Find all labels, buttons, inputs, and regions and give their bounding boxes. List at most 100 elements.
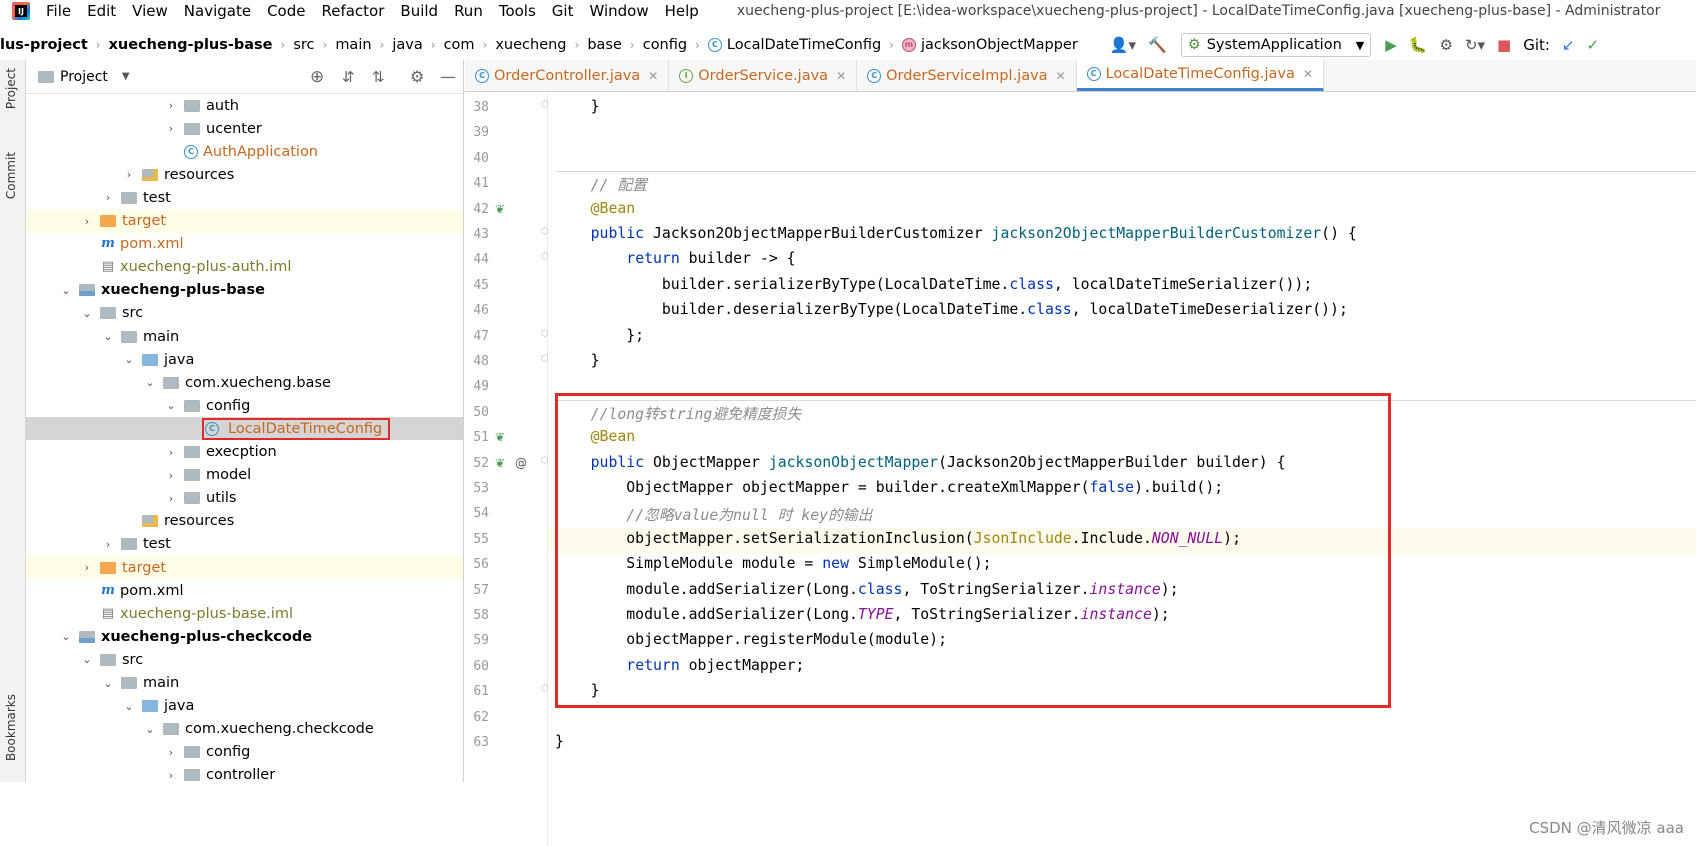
tree-item[interactable]: ⌄ config <box>26 394 463 417</box>
bean-icon[interactable]: ❦ <box>495 202 505 216</box>
run-icon[interactable]: ▶ <box>1385 36 1397 54</box>
menu-help[interactable]: Help <box>657 2 707 20</box>
tree-item[interactable]: C AuthApplication <box>26 140 463 163</box>
hide-panel-icon[interactable]: — <box>440 67 456 86</box>
chevron-right-icon[interactable]: › <box>164 469 178 482</box>
project-tool-tab[interactable]: Project <box>4 68 18 109</box>
code-line[interactable]: } <box>555 98 600 115</box>
chevron-down-icon[interactable]: ⌄ <box>143 376 157 389</box>
tree-item[interactable]: ⌄ com.xuecheng.base <box>26 371 463 394</box>
menu-view[interactable]: View <box>124 2 176 20</box>
tree-item[interactable]: ⌄ xuecheng-plus-base <box>26 279 463 302</box>
tree-item[interactable]: ⌄ src <box>26 648 463 671</box>
git-update-icon[interactable]: ↙ <box>1562 36 1575 54</box>
breadcrumb-item[interactable]: lus-project <box>0 37 88 53</box>
chevron-down-icon[interactable]: ⌄ <box>122 353 136 366</box>
tree-item[interactable]: › target <box>26 556 463 579</box>
fold-icon[interactable]: ⬡ <box>541 100 549 110</box>
locate-icon[interactable]: ⊕ <box>310 67 324 87</box>
profiler-icon[interactable]: ↻▾ <box>1465 36 1485 54</box>
tree-item[interactable]: › ucenter <box>26 117 463 140</box>
breadcrumb-item[interactable]: m jacksonObjectMapper <box>901 37 1078 53</box>
code-line[interactable]: }; <box>555 327 644 344</box>
menu-git[interactable]: Git <box>544 2 582 20</box>
chevron-down-icon[interactable]: ⌄ <box>101 330 115 343</box>
tree-item[interactable]: ⌄ xuecheng-plus-checkcode <box>26 625 463 648</box>
breadcrumb-item[interactable]: src <box>293 37 314 53</box>
tree-item[interactable]: C LocalDateTimeConfig <box>26 417 463 441</box>
chevron-down-icon[interactable]: ⌄ <box>101 677 115 690</box>
breadcrumb-item[interactable]: xuecheng-plus-base <box>109 37 273 53</box>
tree-item[interactable]: › target <box>26 209 463 233</box>
fold-icon[interactable]: ⬡ <box>541 252 549 262</box>
tree-item[interactable]: › test <box>26 533 463 556</box>
expand-all-icon[interactable]: ⇵ <box>342 68 355 86</box>
tree-item[interactable]: › controller <box>26 764 463 782</box>
code-line[interactable]: @Bean <box>555 200 636 217</box>
chevron-down-icon[interactable]: ⌄ <box>59 284 73 297</box>
tree-item[interactable]: resources <box>26 510 463 533</box>
code-line[interactable]: } <box>555 352 600 369</box>
tree-item[interactable]: m pom.xml <box>26 233 463 256</box>
tree-item[interactable]: ⌄ java <box>26 695 463 718</box>
close-icon[interactable]: ✕ <box>648 69 658 83</box>
run-configuration-select[interactable]: ⚙ SystemApplication ▼ <box>1180 33 1372 57</box>
tree-item[interactable]: › config <box>26 741 463 764</box>
tree-item[interactable]: ▤ xuecheng-plus-base.iml <box>26 602 463 625</box>
breadcrumb-item[interactable]: xuecheng <box>495 37 566 53</box>
chevron-right-icon[interactable]: › <box>164 769 178 782</box>
code-line[interactable]: // 配置 <box>555 174 647 195</box>
code-line[interactable]: } <box>555 733 564 750</box>
tree-item[interactable]: ⌄ java <box>26 348 463 371</box>
bookmarks-tool-tab[interactable]: Bookmarks <box>4 694 18 761</box>
chevron-right-icon[interactable]: › <box>122 168 136 181</box>
editor-tab[interactable]: C OrderController.java ✕ <box>465 60 670 91</box>
tree-item[interactable]: ⌄ com.xuecheng.checkcode <box>26 718 463 741</box>
chevron-down-icon[interactable]: ▼ <box>122 71 130 82</box>
chevron-right-icon[interactable]: › <box>101 538 115 551</box>
tree-item[interactable]: › resources <box>26 163 463 186</box>
editor-tab[interactable]: C LocalDateTimeConfig.java ✕ <box>1076 60 1324 91</box>
git-commit-icon[interactable]: ✓ <box>1587 36 1600 54</box>
tree-item[interactable]: › execption <box>26 441 463 464</box>
user-icon[interactable]: 👤▾ <box>1110 36 1136 54</box>
code-line[interactable]: builder.serializerByType(LocalDateTime.c… <box>555 276 1312 293</box>
fold-icon[interactable]: ⬡ <box>541 354 549 364</box>
menu-tools[interactable]: Tools <box>491 2 544 20</box>
chevron-right-icon[interactable]: › <box>80 215 94 228</box>
fold-icon[interactable]: ⬡ <box>541 684 549 694</box>
tree-item[interactable]: › utils <box>26 487 463 510</box>
fold-icon[interactable]: ⬡ <box>541 227 549 237</box>
tree-item[interactable]: ▤ xuecheng-plus-auth.iml <box>26 256 463 279</box>
chevron-down-icon[interactable]: ⌄ <box>122 700 136 713</box>
debug-icon[interactable]: 🐛 <box>1409 36 1428 54</box>
breadcrumb-item[interactable]: java <box>392 37 422 53</box>
chevron-right-icon[interactable]: › <box>80 561 94 574</box>
chevron-right-icon[interactable]: › <box>164 122 178 135</box>
tree-item[interactable]: ⌄ main <box>26 672 463 695</box>
bean-icon[interactable]: ❦ <box>495 430 505 444</box>
stop-icon[interactable]: ■ <box>1497 36 1511 54</box>
breadcrumb-item[interactable]: main <box>335 37 371 53</box>
editor-tab[interactable]: I OrderService.java ✕ <box>669 60 858 91</box>
chevron-down-icon[interactable]: ⌄ <box>143 723 157 736</box>
code-editor[interactable]: 38 39 40 41 42 43 44 45 46 47 48 49 50 51 52 53 54 55 56 57… <box>465 93 1696 846</box>
chevron-down-icon[interactable]: ⌄ <box>59 630 73 643</box>
menu-code[interactable]: Code <box>259 2 313 20</box>
menu-run[interactable]: Run <box>446 2 491 20</box>
tree-item[interactable]: m pom.xml <box>26 579 463 602</box>
menu-refactor[interactable]: Refactor <box>313 2 392 20</box>
chevron-right-icon[interactable]: › <box>164 446 178 459</box>
code-line[interactable]: return builder -> { <box>555 250 795 267</box>
tree-item[interactable]: › test <box>26 186 463 209</box>
close-icon[interactable]: ✕ <box>836 69 846 83</box>
menu-build[interactable]: Build <box>392 2 446 20</box>
tree-item[interactable]: › auth <box>26 94 463 117</box>
code-line[interactable]: public Jackson2ObjectMapperBuilderCustom… <box>555 225 1357 242</box>
tree-item[interactable]: ⌄ main <box>26 325 463 348</box>
menu-file[interactable]: File <box>38 2 79 20</box>
breadcrumb-item[interactable]: base <box>587 37 622 53</box>
close-icon[interactable]: ✕ <box>1056 69 1066 83</box>
chevron-down-icon[interactable]: ⌄ <box>80 307 94 320</box>
gear-icon[interactable]: ⚙ <box>410 67 424 86</box>
